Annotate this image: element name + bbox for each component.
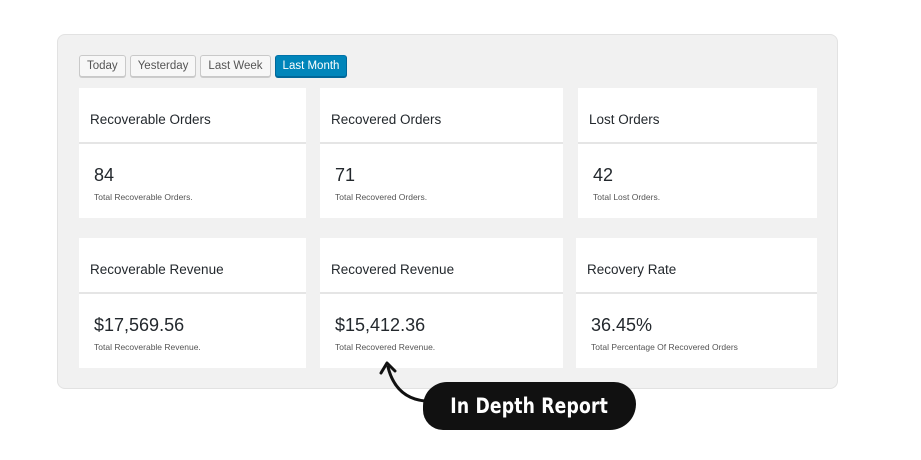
card-value: $15,412.36 <box>335 315 426 335</box>
callout-label: In Depth Report <box>450 394 609 418</box>
card-description: Total Lost Orders. <box>593 192 661 202</box>
card-value: 36.45% <box>591 315 653 335</box>
date-range-tabs: Today Yesterday Last Week Last Month <box>79 55 348 77</box>
card-title: Recovery Rate <box>576 238 817 294</box>
in-depth-report-callout[interactable]: In Depth Report <box>423 382 636 430</box>
tab-today[interactable]: Today <box>79 55 126 77</box>
dashboard-panel: Today Yesterday Last Week Last Month Rec… <box>57 34 838 389</box>
card-description: Total Recovered Orders. <box>335 192 428 202</box>
card-value: 84 <box>94 165 115 185</box>
card-title: Recovered Orders <box>320 88 563 144</box>
card-recovered-orders: Recovered Orders 71 Total Recovered Orde… <box>320 88 563 218</box>
card-lost-orders: Lost Orders 42 Total Lost Orders. <box>578 88 817 218</box>
card-description: Total Recoverable Orders. <box>94 192 193 202</box>
card-recoverable-revenue: Recoverable Revenue $17,569.56 Total Rec… <box>79 238 306 368</box>
card-recovered-revenue: Recovered Revenue $15,412.36 Total Recov… <box>320 238 563 368</box>
card-title: Recoverable Orders <box>79 88 306 144</box>
tab-last-month[interactable]: Last Month <box>274 55 348 77</box>
card-description: Total Recovered Revenue. <box>335 342 436 352</box>
tab-last-week[interactable]: Last Week <box>200 55 271 77</box>
card-value: $17,569.56 <box>94 315 185 335</box>
card-value: 42 <box>593 165 614 185</box>
card-description: Total Percentage Of Recovered Orders <box>591 342 738 352</box>
card-description: Total Recoverable Revenue. <box>94 342 201 352</box>
card-title: Recoverable Revenue <box>79 238 306 294</box>
card-value: 71 <box>335 165 356 185</box>
card-recoverable-orders: Recoverable Orders 84 Total Recoverable … <box>79 88 306 218</box>
tab-yesterday[interactable]: Yesterday <box>129 55 197 77</box>
card-title: Lost Orders <box>578 88 817 144</box>
card-recovery-rate: Recovery Rate 36.45% Total Percentage Of… <box>576 238 817 368</box>
card-title: Recovered Revenue <box>320 238 563 294</box>
